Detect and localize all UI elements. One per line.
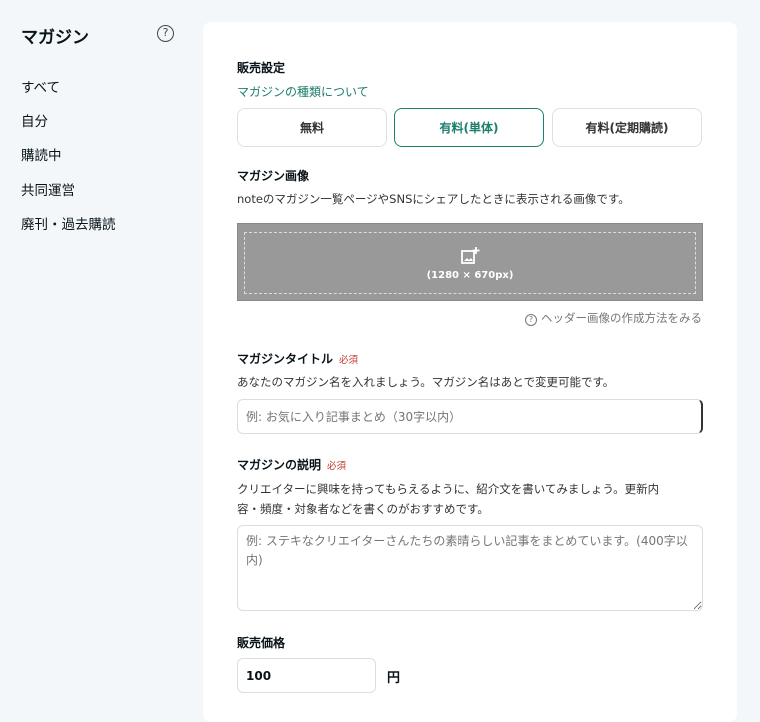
option-paid-subscription[interactable]: 有料(定期購読) [552, 108, 702, 147]
description-textarea[interactable] [237, 525, 703, 611]
header-help-link[interactable]: ? ヘッダー画像の作成方法をみる [525, 310, 702, 326]
sales-heading: 販売設定 [237, 61, 286, 75]
help-icon[interactable]: ? [157, 25, 174, 42]
image-description: noteのマガジン一覧ページやSNSにシェアしたときに表示される画像です。 [237, 192, 630, 206]
title-heading-text: マガジンタイトル [237, 352, 334, 366]
price-input[interactable] [237, 658, 376, 693]
price-heading: 販売価格 [237, 636, 286, 650]
required-badge: 必須 [327, 461, 347, 472]
magazine-type-link[interactable]: マガジンの種類について [237, 83, 369, 100]
sidebar-item-subscribed[interactable]: 購読中 [21, 144, 62, 164]
option-free[interactable]: 無料 [237, 108, 387, 147]
image-heading: マガジン画像 [237, 169, 310, 183]
title-description: あなたのマガジン名を入れましょう。マガジン名はあとで変更可能です。 [237, 375, 615, 389]
magazine-form: 販売設定 マガジンの種類について 無料 有料(単体) 有料(定期購読) マガジン… [203, 22, 737, 722]
header-help-text: ヘッダー画像の作成方法をみる [541, 311, 702, 325]
option-paid-single[interactable]: 有料(単体) [394, 108, 544, 147]
sidebar-item-co-managed[interactable]: 共同運営 [21, 179, 75, 199]
description-heading: マガジンの説明 必須 [237, 456, 346, 473]
sidebar-item-mine[interactable]: 自分 [21, 110, 48, 130]
image-size-label: (1280 × 670px) [426, 269, 514, 281]
image-upload-area[interactable]: (1280 × 670px) [237, 223, 703, 301]
required-badge: 必須 [339, 355, 359, 366]
description-heading-text: マガジンの説明 [237, 458, 322, 472]
sidebar-item-discontinued[interactable]: 廃刊・過去購読 [21, 213, 116, 233]
title-heading: マガジンタイトル 必須 [237, 350, 358, 367]
title-input[interactable] [237, 399, 703, 434]
question-icon: ? [525, 314, 537, 326]
sidebar-title: マガジン [21, 28, 89, 48]
sidebar-item-all[interactable]: すべて [21, 76, 60, 96]
currency-label: 円 [387, 671, 401, 686]
add-image-icon [461, 246, 480, 264]
description-help: クリエイターに興味を持ってもらえるように、紹介文を書いてみましょう。更新内容・頻… [237, 482, 660, 516]
